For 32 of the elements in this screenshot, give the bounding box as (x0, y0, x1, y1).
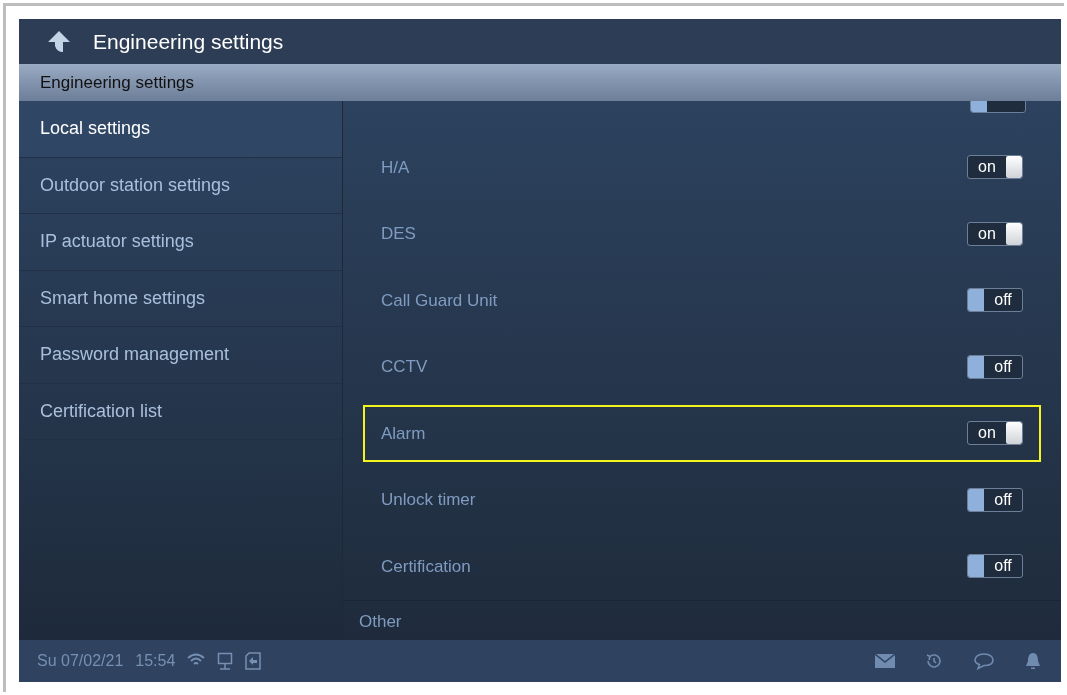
setting-label: DES (381, 223, 416, 245)
toggle-switch[interactable]: off (967, 487, 1023, 512)
mail-icon[interactable] (875, 653, 895, 669)
toggle-switch[interactable]: off (967, 554, 1023, 579)
setting-label: Call Guard Unit (381, 289, 498, 312)
toggle-switch[interactable]: off (967, 288, 1023, 313)
toggle-switch[interactable]: off (967, 354, 1023, 379)
bell-icon[interactable] (1025, 652, 1041, 670)
card-icon (245, 652, 262, 670)
date-text: Su 07/02/21 (37, 651, 124, 671)
setting-label: Unlock timer (381, 489, 476, 511)
section-header: Engineering settings (19, 64, 1061, 101)
window-title: Engineering settings (93, 28, 284, 55)
toggle-switch[interactable]: on (967, 221, 1023, 246)
sidebar-item[interactable]: Smart home settings (19, 270, 342, 327)
section-label: Other (359, 610, 402, 633)
sidebar-item[interactable]: Certification list (19, 383, 342, 440)
sidebar-item[interactable]: Password management (19, 327, 342, 384)
setting-label: Alarm (381, 422, 426, 445)
setting-label: CCTV (381, 356, 428, 378)
sidebar-item[interactable]: Outdoor station settings (19, 157, 342, 214)
setting-label: Certification (381, 555, 471, 578)
monitor-icon (217, 652, 234, 670)
time-text: 15:54 (135, 651, 176, 671)
back-arrow-icon[interactable] (47, 29, 71, 54)
sidebar-item[interactable]: Local settings (19, 101, 342, 158)
chat-bubble-icon[interactable] (973, 652, 995, 670)
toggle-switch[interactable]: on (967, 155, 1023, 180)
setting-label: H/A (381, 156, 410, 179)
history-icon[interactable] (925, 652, 943, 670)
toggle-switch[interactable]: on (967, 421, 1023, 446)
sidebar-item[interactable]: IP actuator settings (19, 214, 342, 271)
